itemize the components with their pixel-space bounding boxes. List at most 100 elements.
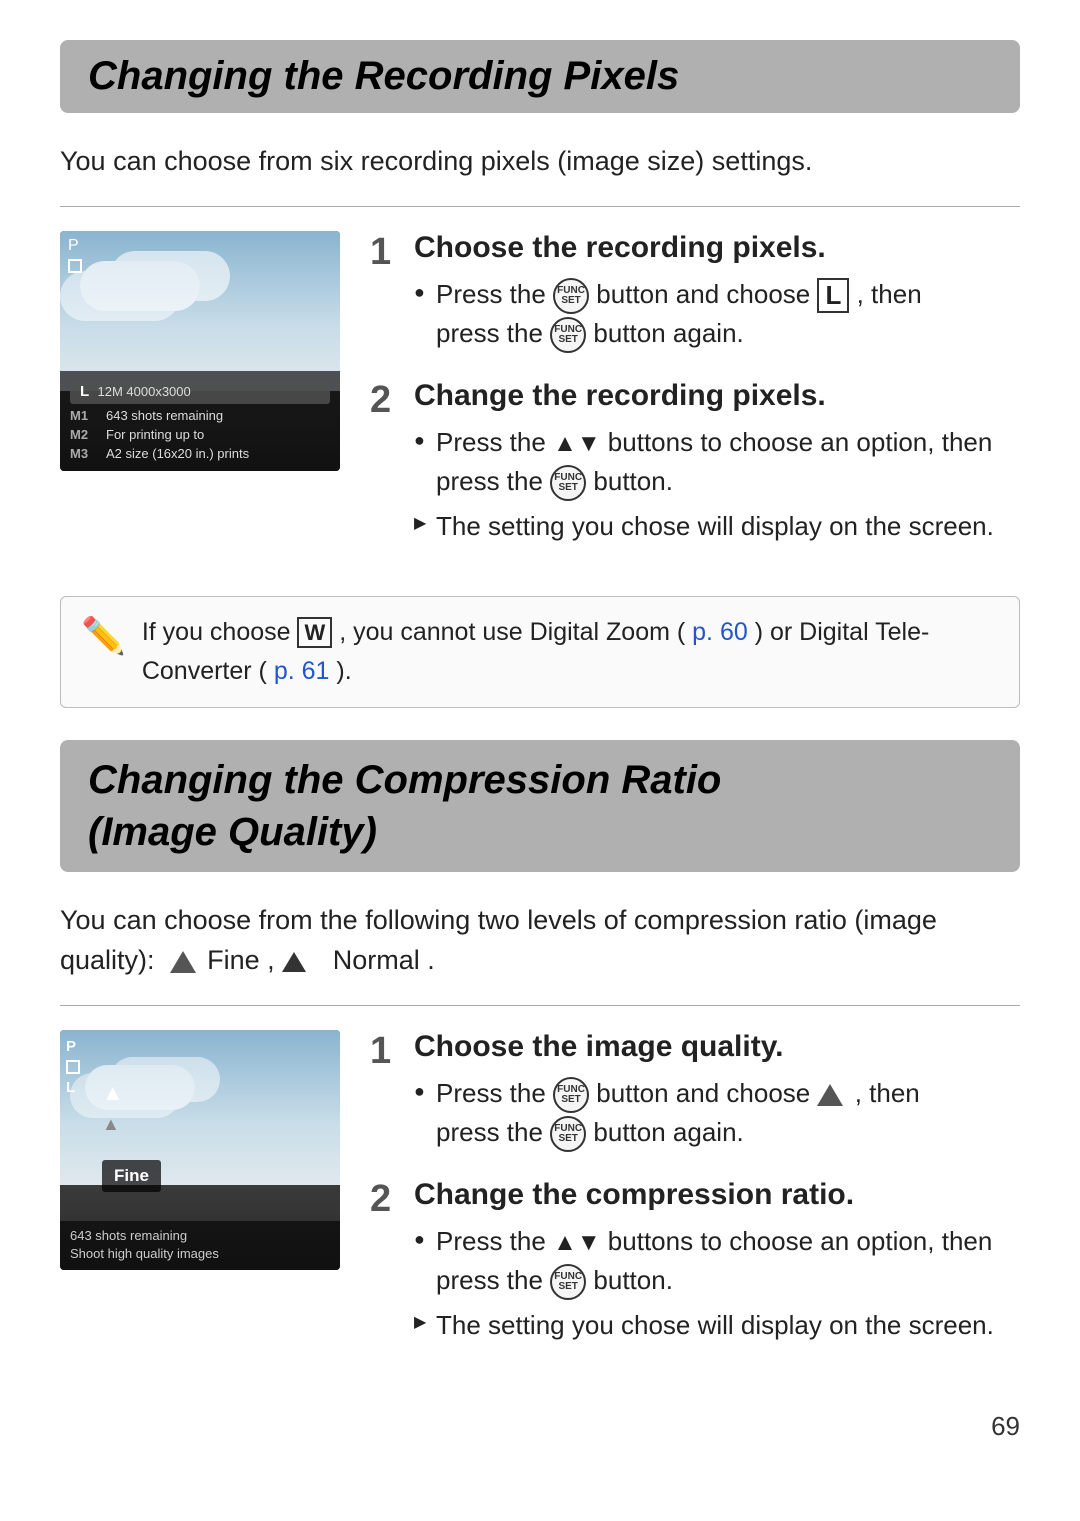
- step2-b2-text: The setting you chose will display on th…: [436, 511, 994, 541]
- func-btn-2: FUNCSET: [550, 317, 586, 353]
- cam2-left-icons: P L: [66, 1038, 80, 1096]
- cam2-box-icon: [66, 1060, 80, 1074]
- note-link-61[interactable]: p. 61: [274, 657, 330, 685]
- cam2-overlay: P L ▲ ▲ Fine 643 shots remaining Shoot h…: [60, 1030, 340, 1270]
- s2-step1-bullet1: Press the FUNCSET button and choose , th…: [414, 1074, 1020, 1152]
- s2-step1-number: 1: [370, 1032, 400, 1070]
- func-btn-3: FUNCSET: [550, 465, 586, 501]
- cam-m2-label: M2: [70, 427, 98, 442]
- page-number: 69: [60, 1411, 1020, 1442]
- fine-triangle-icon: [170, 951, 196, 973]
- cam-p-icon: P: [68, 237, 82, 255]
- func-btn-6: FUNCSET: [550, 1264, 586, 1300]
- cam-shots-text: 643 shots remaining: [106, 408, 223, 425]
- section1-step2: 2 Change the recording pixels. Press the…: [370, 379, 1020, 552]
- cam-selected-L: L 12M 4000x3000: [70, 379, 330, 404]
- section2-intro-line1: You can choose from the following two le…: [60, 905, 937, 935]
- cam-print-size: A2 size (16x20 in.) prints: [106, 446, 249, 463]
- s2-step1-title: Choose the image quality.: [414, 1030, 1020, 1064]
- cam-box-icon: [68, 259, 82, 273]
- s2-step2-bullet2: The setting you chose will display on th…: [414, 1306, 1020, 1345]
- cam-row-m1: M1 643 shots remaining: [70, 408, 330, 425]
- s2-step2-content: Change the compression ratio. Press the …: [414, 1178, 1020, 1351]
- section2-title-line1: Changing the Compression Ratio: [88, 758, 721, 802]
- s2-step2-number: 2: [370, 1180, 400, 1218]
- s2-step1-bullets: Press the FUNCSET button and choose , th…: [414, 1074, 1020, 1152]
- cam-shots-info: M1 643 shots remaining M2 For printing u…: [70, 408, 330, 463]
- section1-steps-area: P L 12M 4000x3000 M1 643 shots remaining: [60, 231, 1020, 573]
- closing-paren: .: [427, 945, 435, 975]
- cam-row-m3: M3 A2 size (16x20 in.) prints: [70, 446, 330, 463]
- step1-title: Choose the recording pixels.: [414, 231, 1020, 265]
- normal-label-text: Normal: [333, 945, 420, 975]
- func-btn-1: FUNCSET: [553, 278, 589, 314]
- s2-step1-content: Choose the image quality. Press the FUNC…: [414, 1030, 1020, 1158]
- section1-intro: You can choose from six recording pixels…: [60, 141, 1020, 182]
- cam-row-m2: M2 For printing up to: [70, 427, 330, 444]
- cam2-fine-panel: Fine: [102, 1160, 161, 1192]
- section1-title: Changing the Recording Pixels: [88, 54, 992, 99]
- fine-icon-inline: [162, 945, 200, 975]
- section2-steps-area: P L ▲ ▲ Fine 643 shots remaining Shoot h…: [60, 1030, 1020, 1372]
- updown-icon-2: ▲▼: [553, 1229, 601, 1256]
- section2-step1: 1 Choose the image quality. Press the FU…: [370, 1030, 1020, 1158]
- cam2-p-icon: P: [66, 1038, 80, 1055]
- s2-b1-text4: button again.: [593, 1117, 743, 1147]
- step1-b1-text1: Press the: [436, 279, 553, 309]
- s2-b1-text2: button and choose: [596, 1078, 817, 1108]
- cam2-quality-line: Shoot high quality images: [70, 1245, 330, 1263]
- section1-step1: 1 Choose the recording pixels. Press the…: [370, 231, 1020, 359]
- cam2-fine-triangle: ▲: [102, 1080, 124, 1106]
- camera-info-panel: L 12M 4000x3000 M1 643 shots remaining M…: [60, 371, 340, 471]
- cam-m3-label: M3: [70, 446, 98, 461]
- cam2-shots-line: 643 shots remaining: [70, 1227, 330, 1245]
- fine-label-inline: Fine: [207, 945, 260, 975]
- step1-number: 1: [370, 233, 400, 271]
- step2-bullet1: Press the ▲▼ buttons to choose an option…: [414, 423, 1020, 501]
- step1-bullets: Press the FUNCSET button and choose L , …: [414, 275, 1020, 353]
- cam-resolution: 12M 4000x3000: [98, 384, 191, 399]
- section1-camera-preview: P L 12M 4000x3000 M1 643 shots remaining: [60, 231, 340, 471]
- cam-print-info: For printing up to: [106, 427, 204, 444]
- camera-top-icons: P: [68, 237, 82, 273]
- updown-icon-1: ▲▼: [553, 430, 601, 457]
- cam-m1-label: M1: [70, 408, 98, 423]
- section2-intro-line2: quality):: [60, 945, 155, 975]
- cam-L-label: L 12M 4000x3000: [80, 383, 191, 400]
- s2-b2-text2: button.: [593, 1265, 673, 1295]
- s2-step2-bullet1: Press the ▲▼ buttons to choose an option…: [414, 1222, 1020, 1300]
- section2-intro: You can choose from the following two le…: [60, 900, 1020, 981]
- section1-header: Changing the Recording Pixels: [60, 40, 1020, 113]
- section2-step2: 2 Change the compression ratio. Press th…: [370, 1178, 1020, 1351]
- cam2-l-icon: L: [66, 1079, 80, 1096]
- step2-bullet2: The setting you chose will display on th…: [414, 507, 1020, 546]
- step1-bullet1: Press the FUNCSET button and choose L , …: [414, 275, 1020, 353]
- normal-icon-inline: [282, 945, 310, 975]
- step2-b1-text2: button.: [593, 466, 673, 496]
- step2-number: 2: [370, 381, 400, 419]
- comma-sep: ,: [267, 945, 282, 975]
- section1-divider: [60, 206, 1020, 207]
- s2-b1-text1: Press the: [436, 1078, 553, 1108]
- camera-overlay: P L 12M 4000x3000 M1 643 shots remaining: [60, 231, 340, 471]
- section2-header: Changing the Compression Ratio (Image Qu…: [60, 740, 1020, 872]
- s2-step2-bullets: Press the ▲▼ buttons to choose an option…: [414, 1222, 1020, 1345]
- cam2-normal-triangle: ▲: [102, 1114, 124, 1135]
- fine-triangle-step: [817, 1084, 843, 1106]
- cam-rows: M1 643 shots remaining M2 For printing u…: [70, 408, 330, 463]
- pencil-icon: ✏️: [81, 615, 126, 657]
- step2-content: Change the recording pixels. Press the ▲…: [414, 379, 1020, 552]
- note-link-60[interactable]: p. 60: [692, 618, 748, 646]
- step2-title: Change the recording pixels.: [414, 379, 1020, 413]
- cam2-quality-icons: ▲ ▲: [102, 1080, 124, 1135]
- func-btn-5: FUNCSET: [550, 1116, 586, 1152]
- step1-content: Choose the recording pixels. Press the F…: [414, 231, 1020, 359]
- section2-steps-container: 1 Choose the image quality. Press the FU…: [370, 1030, 1020, 1372]
- note-text: If you choose W , you cannot use Digital…: [142, 613, 999, 691]
- s2-step2-title: Change the compression ratio.: [414, 1178, 1020, 1212]
- l-symbol: L: [817, 278, 849, 313]
- section2-camera-preview: P L ▲ ▲ Fine 643 shots remaining Shoot h…: [60, 1030, 340, 1270]
- section1-steps-container: 1 Choose the recording pixels. Press the…: [370, 231, 1020, 573]
- note-text-before: If you choose: [142, 618, 298, 646]
- note-text-end: ).: [336, 657, 351, 685]
